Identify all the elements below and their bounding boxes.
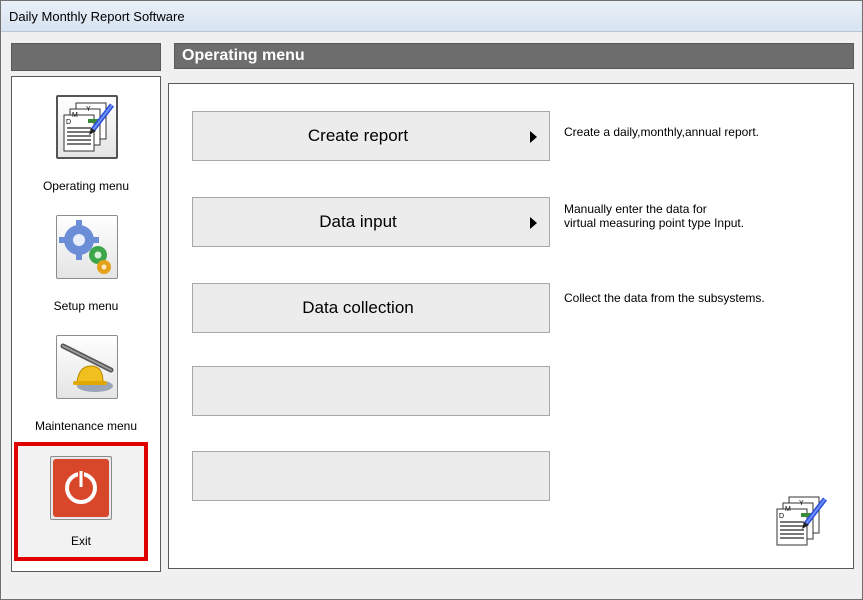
button-label: Data input [319,212,397,231]
button-label [208,367,508,415]
sidebar-header-bar [11,43,161,71]
create-report-description: Create a daily,monthly,annual report. [564,125,844,139]
sidebar-item-operating-menu[interactable]: Y M D Operating menu [12,91,160,201]
description-line: Collect the data from the subsystems. [564,291,765,305]
tools-helmet-icon [56,335,118,399]
description-line: Create a daily,monthly,annual report. [564,125,759,139]
empty-button-2[interactable] [192,451,550,501]
button-label: Data collection [302,298,414,317]
button-label [208,452,508,500]
empty-button-1[interactable] [192,366,550,416]
window-title: Daily Monthly Report Software [9,9,185,24]
arrow-right-icon [530,217,537,229]
data-input-description: Manually enter the data for virtual meas… [564,202,844,230]
description-line: Manually enter the data for [564,202,707,216]
svg-text:Y: Y [799,500,804,507]
title-bar: Daily Monthly Report Software [1,1,862,32]
svg-text:D: D [779,513,784,520]
svg-text:D: D [66,119,71,126]
arrow-right-icon [530,131,537,143]
create-report-button[interactable]: Create report [192,111,550,161]
app-window: Daily Monthly Report Software Operating … [0,0,863,600]
section-title: Operating menu [182,47,305,64]
button-label: Create report [307,126,409,145]
data-input-button[interactable]: Data input [192,197,550,247]
svg-text:M: M [72,112,78,119]
sidebar-item-exit[interactable]: Exit [14,442,148,561]
data-collection-description: Collect the data from the subsystems. [564,291,844,305]
power-icon [50,456,112,520]
sidebar-item-label: Operating menu [42,179,130,193]
sidebar-item-label: Setup menu [53,299,119,313]
data-collection-button[interactable]: Data collection [192,283,550,333]
report-calendar-icon: Y M D [771,491,829,551]
svg-text:Y: Y [86,106,91,113]
sidebar-item-label: Maintenance menu [34,419,138,433]
report-calendar-icon: Y M D [56,95,118,159]
sidebar-item-maintenance-menu[interactable]: Maintenance menu [12,335,160,435]
svg-text:M: M [785,506,791,513]
gears-icon [56,215,118,279]
description-line: virtual measuring point type Input. [564,216,745,230]
sidebar-item-label: Exit [70,534,91,548]
sidebar-item-setup-menu[interactable]: Setup menu [12,215,160,315]
section-header-bar: Operating menu [174,43,854,69]
